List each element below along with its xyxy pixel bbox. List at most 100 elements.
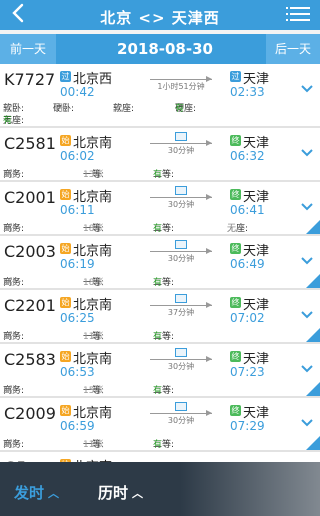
departure-time: 06:19 [60, 257, 95, 271]
caret-up-icon: ︿ [48, 487, 60, 500]
arrival-time: 06:32 [230, 149, 265, 163]
duration-text: 30分钟 [167, 146, 195, 155]
corner-tag-icon [306, 220, 320, 234]
train-row[interactable]: C2001 始北京南 06:11 30分钟终天津 06:41 商务: 5张 一等: 18张 二等:… [0, 182, 320, 236]
station-tag: 终 [230, 297, 241, 308]
train-row[interactable]: C2003 始北京南 06:19 30分钟终天津 06:49 商务: 5张 一等: 18张 二等:… [0, 236, 320, 290]
arrow-icon [150, 248, 212, 254]
seat-availability: 商务: 5张 一等: 18张 二等: 有无座: 无 [3, 224, 249, 234]
ticket-icon [175, 294, 187, 303]
corner-tag-icon [306, 382, 320, 396]
page-title: 北京 <> 天津西 [100, 9, 220, 27]
date-bar: 前一天 2018-08-30 后一天 [0, 34, 320, 64]
departure-time: 00:42 [60, 85, 95, 99]
station-tag: 终 [230, 351, 241, 362]
seat-availability: 商务: 5张 一等: 11张 二等: 有 [3, 440, 175, 450]
station-tag: 始 [60, 297, 71, 308]
corner-tag-icon [306, 274, 320, 288]
bottom-sort-bar: 发时 ︿ 历时 ︿ [0, 462, 320, 516]
journey-duration: 30分钟 [150, 240, 212, 263]
top-bar: 北京 <> 天津西 [0, 0, 320, 30]
train-number: C2201 [4, 296, 56, 315]
expand-chevron-icon[interactable] [300, 362, 314, 376]
sort-by-depart-button[interactable]: 发时 ︿ [14, 482, 59, 503]
ticket-icon [175, 186, 187, 195]
train-row[interactable]: K7727 过北京西 00:42 1小时51分钟过天津 02:33 软卧: 无硬卧: 1张 软座… [0, 64, 320, 128]
expand-chevron-icon[interactable] [300, 416, 314, 430]
train-row[interactable]: C2009 始北京南 06:59 30分钟终天津 07:29 商务: 5张 一等: 11张 二等:… [0, 398, 320, 452]
arrival-time: 07:02 [230, 311, 265, 325]
next-day-button[interactable]: 后一天 [266, 34, 320, 64]
expand-chevron-icon[interactable] [300, 200, 314, 214]
seat-availability: 商务: 5张 一等: 15张 二等: 有 [3, 386, 175, 396]
arrow-icon [150, 140, 212, 146]
ticket-icon [175, 348, 187, 357]
station-tag: 始 [60, 405, 71, 416]
corner-tag-icon [306, 328, 320, 342]
seat-availability: 软卧: 无硬卧: 1张 软座: 无硬座: 有无座: 有 [3, 104, 197, 126]
train-number: C2003 [4, 242, 56, 261]
duration-text: 37分钟 [167, 308, 195, 317]
station-tag: 始 [60, 243, 71, 254]
journey-duration: 30分钟 [150, 132, 212, 155]
train-list: K7727 过北京西 00:42 1小时51分钟过天津 02:33 软卧: 无硬卧: 1张 软座… [0, 64, 320, 506]
train-row[interactable]: C2581 始北京南 06:02 30分钟终天津 06:32 商务: 5张 一等: 13张 二等:… [0, 128, 320, 182]
journey-duration: 37分钟 [150, 294, 212, 317]
train-number: K7727 [4, 70, 56, 89]
expand-chevron-icon[interactable] [300, 82, 314, 96]
departure-time: 06:02 [60, 149, 95, 163]
menu-icon[interactable] [286, 7, 310, 23]
corner-tag-icon [306, 436, 320, 450]
arrow-icon [150, 356, 212, 362]
expand-chevron-icon[interactable] [300, 308, 314, 322]
seat-availability: 商务: 5张 一等: 11张 二等: 有 [3, 332, 175, 342]
train-row[interactable]: C2583 始北京南 06:53 30分钟终天津 07:23 商务: 5张 一等: 15张 二等:… [0, 344, 320, 398]
station-tag: 过 [60, 71, 71, 82]
departure-time: 06:25 [60, 311, 95, 325]
journey-duration: 30分钟 [150, 402, 212, 425]
departure-time: 06:53 [60, 365, 95, 379]
seat-availability: 商务: 5张 一等: 13张 二等: 有 [3, 170, 175, 180]
duration-text: 30分钟 [167, 254, 195, 263]
scroll-shadow [180, 462, 320, 516]
duration-text: 30分钟 [167, 416, 195, 425]
ticket-icon [175, 240, 187, 249]
prev-day-button[interactable]: 前一天 [0, 34, 56, 64]
duration-text: 30分钟 [167, 200, 195, 209]
ticket-icon [175, 132, 187, 141]
selected-date[interactable]: 2018-08-30 [70, 34, 260, 64]
arrival-time: 06:41 [230, 203, 265, 217]
arrow-icon [150, 194, 212, 200]
arrival-time: 07:23 [230, 365, 265, 379]
arrow-icon [150, 76, 212, 82]
seat-availability: 商务: 5张 一等: 18张 二等: 有 [3, 278, 175, 288]
station-tag: 终 [230, 405, 241, 416]
train-row[interactable]: C2201 始北京南 06:25 37分钟终天津 07:02 商务: 5张 一等: 11张 二等:… [0, 290, 320, 344]
ticket-icon [175, 402, 187, 411]
journey-duration: 30分钟 [150, 348, 212, 371]
departure-time: 06:11 [60, 203, 95, 217]
expand-chevron-icon[interactable] [300, 254, 314, 268]
arrival-time: 02:33 [230, 85, 265, 99]
arrow-icon [150, 410, 212, 416]
journey-duration: 1小时51分钟 [150, 68, 212, 91]
train-number: C2581 [4, 134, 56, 153]
station-tag: 始 [60, 189, 71, 200]
train-number: C2009 [4, 404, 56, 423]
sort-by-duration-button[interactable]: 历时 ︿ [98, 482, 143, 503]
station-tag: 始 [60, 351, 71, 362]
expand-chevron-icon[interactable] [300, 146, 314, 160]
duration-text: 1小时51分钟 [157, 82, 205, 91]
station-tag: 始 [60, 135, 71, 146]
departure-time: 06:59 [60, 419, 95, 433]
duration-text: 30分钟 [167, 362, 195, 371]
arrival-time: 06:49 [230, 257, 265, 271]
station-tag: 终 [230, 189, 241, 200]
station-tag: 终 [230, 243, 241, 254]
train-number: C2001 [4, 188, 56, 207]
arrow-icon [150, 302, 212, 308]
arrival-time: 07:29 [230, 419, 265, 433]
journey-duration: 30分钟 [150, 186, 212, 209]
train-number: C2583 [4, 350, 56, 369]
station-tag: 过 [230, 71, 241, 82]
